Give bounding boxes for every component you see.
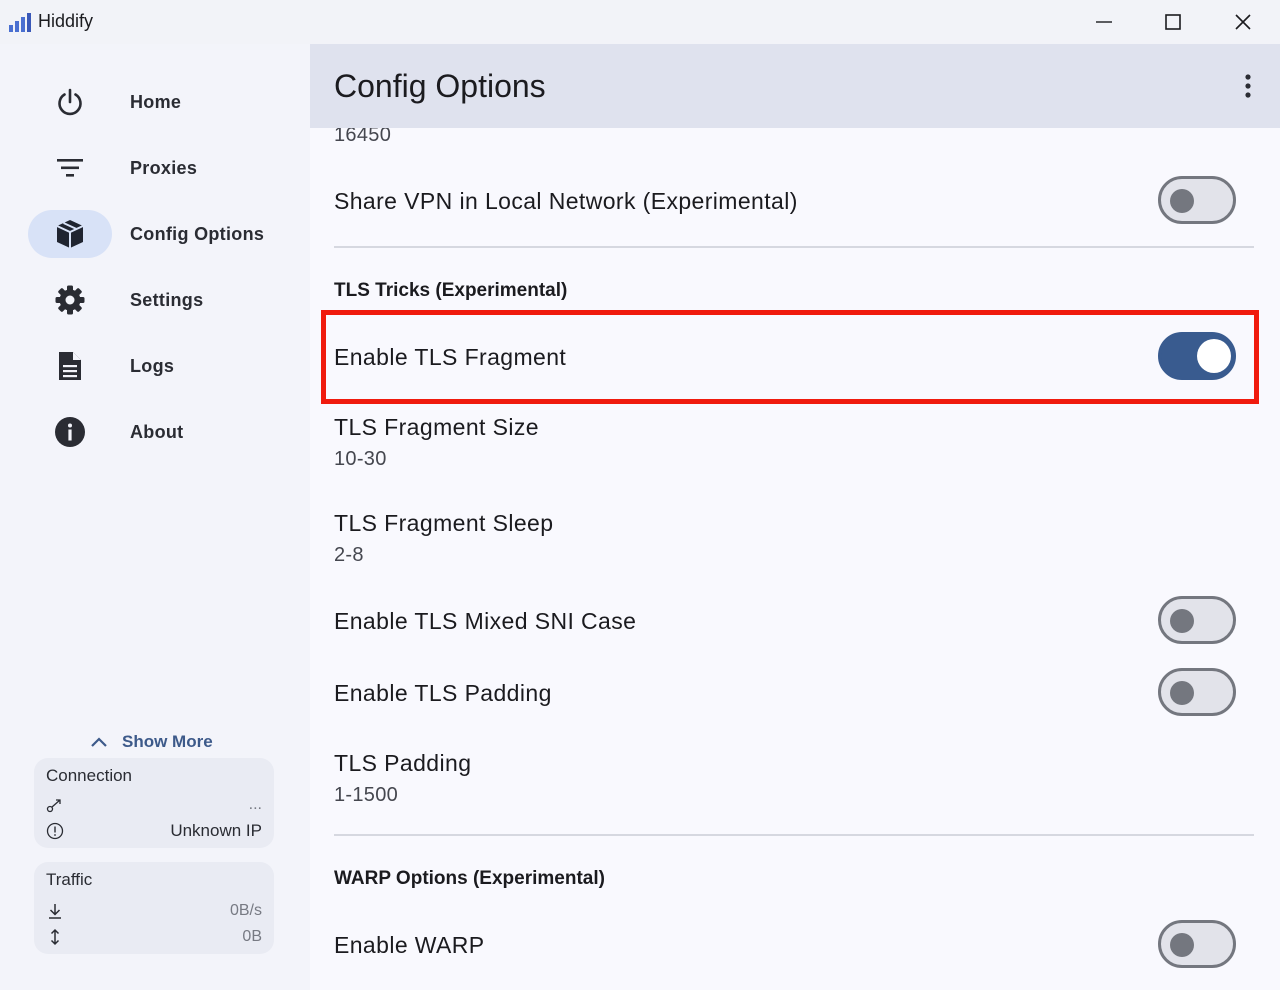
nav-home[interactable]: Home xyxy=(28,78,290,126)
maximize-icon xyxy=(1165,14,1181,30)
nav-icon-container xyxy=(28,342,112,390)
app-title: Hiddify xyxy=(38,11,94,31)
page-title: Config Options xyxy=(334,68,546,104)
traffic-speed-value: 0B/s xyxy=(229,902,262,919)
traffic-speed-row: 0B/s xyxy=(46,900,262,922)
toggle-knob xyxy=(1170,933,1194,957)
download-arrow-icon xyxy=(49,904,61,919)
nav-config-options[interactable]: Config Options xyxy=(28,210,290,258)
power-icon xyxy=(58,88,82,116)
nav-label-logs: Logs xyxy=(130,355,175,376)
box-icon xyxy=(56,220,84,248)
toggle-knob xyxy=(1197,339,1231,373)
close-icon xyxy=(1235,14,1251,30)
tls-padding-label: TLS Padding xyxy=(334,750,472,776)
filter-list-icon xyxy=(57,159,83,177)
nav-icon-container xyxy=(28,408,112,456)
gear-icon xyxy=(55,285,85,315)
more-vert-icon xyxy=(1245,74,1251,98)
minimize-icon xyxy=(1096,21,1112,23)
toggle-knob xyxy=(1170,681,1194,705)
nav-about[interactable]: About xyxy=(28,408,290,456)
connection-title: Connection xyxy=(46,766,133,785)
nav-logs[interactable]: Logs xyxy=(28,342,290,390)
tls-padding-value: 1-1500 xyxy=(334,784,399,806)
maximize-button[interactable] xyxy=(1138,0,1208,44)
tls-padding-toggle[interactable] xyxy=(1158,668,1236,716)
tls-section-header: TLS Tricks (Experimental) xyxy=(334,280,568,301)
nav-proxies[interactable]: Proxies xyxy=(28,144,290,192)
traffic-total-row: 0B xyxy=(46,926,262,948)
tls-fragment-size-value: 10-30 xyxy=(334,448,387,470)
connection-card: Connection ... Unknown IP xyxy=(34,758,274,848)
tls-fragment-sleep-value: 2-8 xyxy=(334,544,364,566)
nav-label-proxies: Proxies xyxy=(130,157,198,178)
tls-fragment-toggle[interactable] xyxy=(1158,332,1236,380)
info-icon xyxy=(55,417,85,447)
tls-fragment-sleep-label: TLS Fragment Sleep xyxy=(334,510,554,536)
show-more-button[interactable]: Show More xyxy=(90,730,213,754)
divider xyxy=(334,834,1254,836)
tls-fragment-label: Enable TLS Fragment xyxy=(334,344,567,370)
nav-settings[interactable]: Settings xyxy=(28,276,290,324)
nav-label-home: Home xyxy=(130,91,182,112)
nav-icon-container xyxy=(28,210,112,258)
nav-icon-container xyxy=(28,78,112,126)
share-vpn-toggle[interactable] xyxy=(1158,176,1236,224)
tls-mixed-sni-toggle[interactable] xyxy=(1158,596,1236,644)
window-titlebar: Hiddify xyxy=(0,0,1280,44)
chevron-up-icon xyxy=(91,737,107,747)
connection-link-value: ... xyxy=(248,796,262,813)
tls-padding-toggle-label: Enable TLS Padding xyxy=(334,680,552,706)
tls-fragment-size-label: TLS Fragment Size xyxy=(334,414,539,440)
share-vpn-label: Share VPN in Local Network (Experimental… xyxy=(334,188,798,214)
nav-icon-container xyxy=(28,276,112,324)
main-content: Config Options 16450 Share VPN in Local … xyxy=(310,44,1280,990)
traffic-title: Traffic xyxy=(46,870,93,889)
sidebar: Home Proxies Config Options Settings Log… xyxy=(0,44,310,990)
connection-ip-row: Unknown IP xyxy=(46,820,262,842)
connection-link-row: ... xyxy=(46,794,262,816)
more-options-button[interactable] xyxy=(1228,68,1268,104)
traffic-card: Traffic 0B/s 0B xyxy=(34,862,274,954)
nav-label-settings: Settings xyxy=(130,289,204,310)
divider xyxy=(334,246,1254,248)
hiddify-logo-icon xyxy=(9,13,31,32)
warp-section-header: WARP Options (Experimental) xyxy=(334,868,605,889)
close-button[interactable] xyxy=(1208,0,1278,44)
info-outline-icon xyxy=(46,822,64,840)
link-arrow-icon xyxy=(46,799,61,813)
app-bar: Config Options xyxy=(310,44,1280,128)
tls-mixed-sni-label: Enable TLS Mixed SNI Case xyxy=(334,608,637,634)
document-icon xyxy=(59,352,81,380)
nav-label-config-options: Config Options xyxy=(130,223,265,244)
toggle-knob xyxy=(1170,609,1194,633)
connection-ip-value: Unknown IP xyxy=(170,821,262,840)
minimize-button[interactable] xyxy=(1069,0,1139,44)
up-down-arrow-icon xyxy=(50,928,60,946)
warp-label: Enable WARP xyxy=(334,932,485,958)
toggle-knob xyxy=(1170,189,1194,213)
show-more-label: Show More xyxy=(122,732,213,751)
nav-icon-container xyxy=(28,144,112,192)
traffic-total-value: 0B xyxy=(242,928,262,945)
warp-toggle[interactable] xyxy=(1158,920,1236,968)
nav-label-about: About xyxy=(130,421,184,442)
